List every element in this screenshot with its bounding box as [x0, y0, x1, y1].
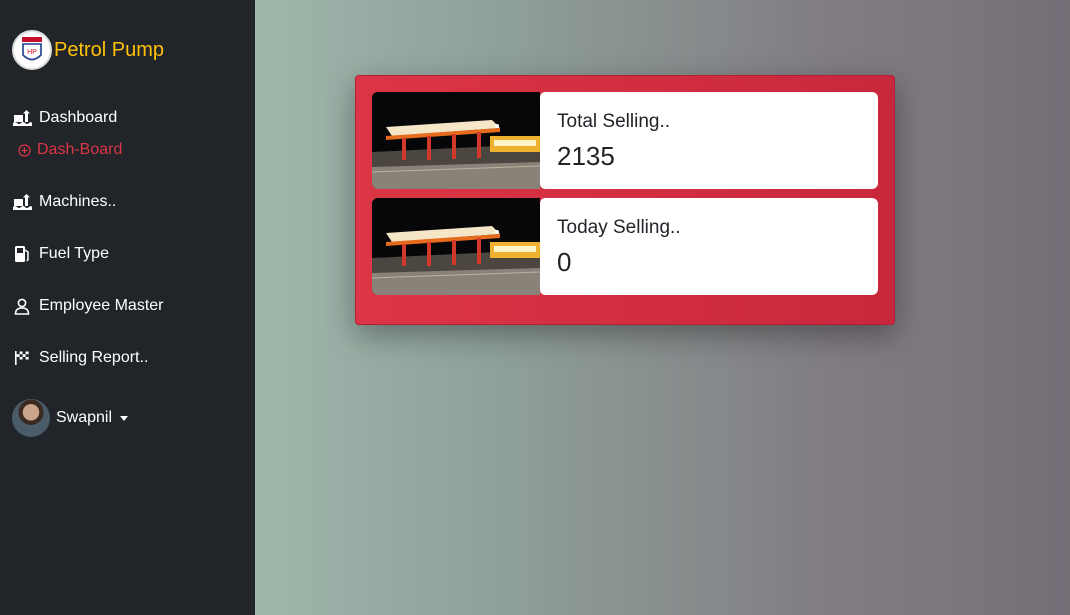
- sidebar-item-label: Fuel Type: [39, 245, 109, 262]
- checkered-flag-icon: [12, 349, 32, 367]
- sidebar-item-selling-report[interactable]: Selling Report..: [0, 332, 255, 384]
- app-root: HP Petrol Pump Dashboard Dash-Board Mach…: [0, 0, 1070, 615]
- dashboard-icon: [12, 109, 32, 127]
- sidebar-item-label: Dashboard: [39, 109, 118, 126]
- card-body: Total Selling.. 2135: [540, 92, 878, 189]
- logo-text: HP: [27, 49, 37, 56]
- person-icon: [12, 297, 32, 315]
- user-name: Swapnil: [56, 409, 113, 426]
- sidebar-item-fuel-type[interactable]: Fuel Type: [0, 228, 255, 280]
- sidebar-nav: Dashboard Dash-Board Machines.. Fuel Typ…: [0, 92, 255, 384]
- gas-station-image: [372, 92, 541, 189]
- user-menu[interactable]: Swapnil: [0, 398, 255, 438]
- sidebar-item-employee-master[interactable]: Employee Master: [0, 280, 255, 332]
- sidebar-subitem-label: Dash-Board: [37, 141, 123, 158]
- brand[interactable]: HP Petrol Pump: [0, 30, 255, 70]
- avatar: [12, 399, 50, 437]
- sidebar-item-machines[interactable]: Machines..: [0, 176, 255, 228]
- hp-logo-icon: HP: [12, 30, 52, 70]
- brand-name: Petrol Pump: [54, 38, 165, 61]
- sidebar-subitem-dash-board[interactable]: Dash-Board: [0, 134, 255, 166]
- card-value: 2135: [557, 141, 615, 171]
- chevron-down-icon: [120, 415, 129, 421]
- plus-circle-icon: [18, 143, 31, 157]
- today-selling-card: Today Selling.. 0: [372, 198, 878, 295]
- sidebar: HP Petrol Pump Dashboard Dash-Board Mach…: [0, 0, 255, 615]
- sidebar-item-label: Machines..: [39, 193, 117, 210]
- gas-station-image: [372, 198, 541, 295]
- card-title: Today Selling..: [557, 217, 681, 238]
- card-title: Total Selling..: [557, 111, 671, 132]
- sidebar-item-label: Employee Master: [39, 297, 164, 314]
- sidebar-item-label: Selling Report..: [39, 349, 149, 366]
- stats-panel: Total Selling.. 2135 Today Selling.. 0: [355, 75, 895, 325]
- card-body: Today Selling.. 0: [540, 198, 878, 295]
- machines-icon: [12, 193, 32, 211]
- main-content: Total Selling.. 2135 Today Selling.. 0: [255, 0, 1070, 615]
- card-value: 0: [557, 247, 572, 277]
- fuel-pump-icon: [12, 245, 32, 263]
- total-selling-card: Total Selling.. 2135: [372, 92, 878, 189]
